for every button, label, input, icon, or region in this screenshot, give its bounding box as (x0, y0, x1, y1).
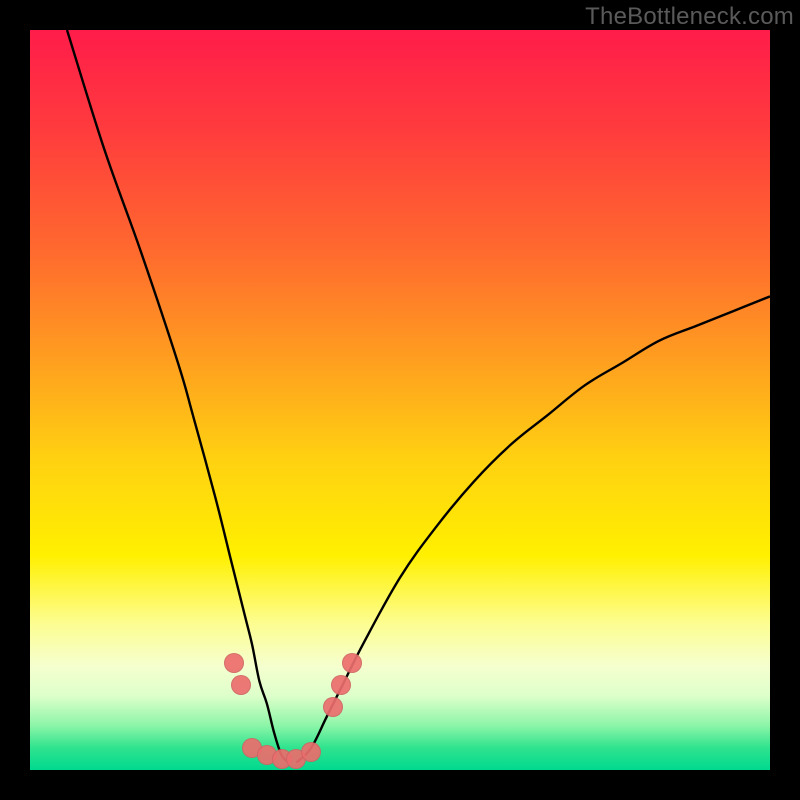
watermark-text: TheBottleneck.com (585, 3, 794, 31)
curve-layer (30, 30, 770, 770)
marker-right-upper-b (331, 675, 351, 695)
plot-area (30, 30, 770, 770)
marker-valley-5 (301, 742, 321, 762)
marker-right-upper-a (323, 697, 343, 717)
marker-left-upper-a (224, 653, 244, 673)
left-curve (67, 30, 289, 763)
marker-right-upper-c (342, 653, 362, 673)
marker-left-upper-b (231, 675, 251, 695)
right-curve (296, 296, 770, 762)
chart-frame: TheBottleneck.com (0, 0, 800, 800)
